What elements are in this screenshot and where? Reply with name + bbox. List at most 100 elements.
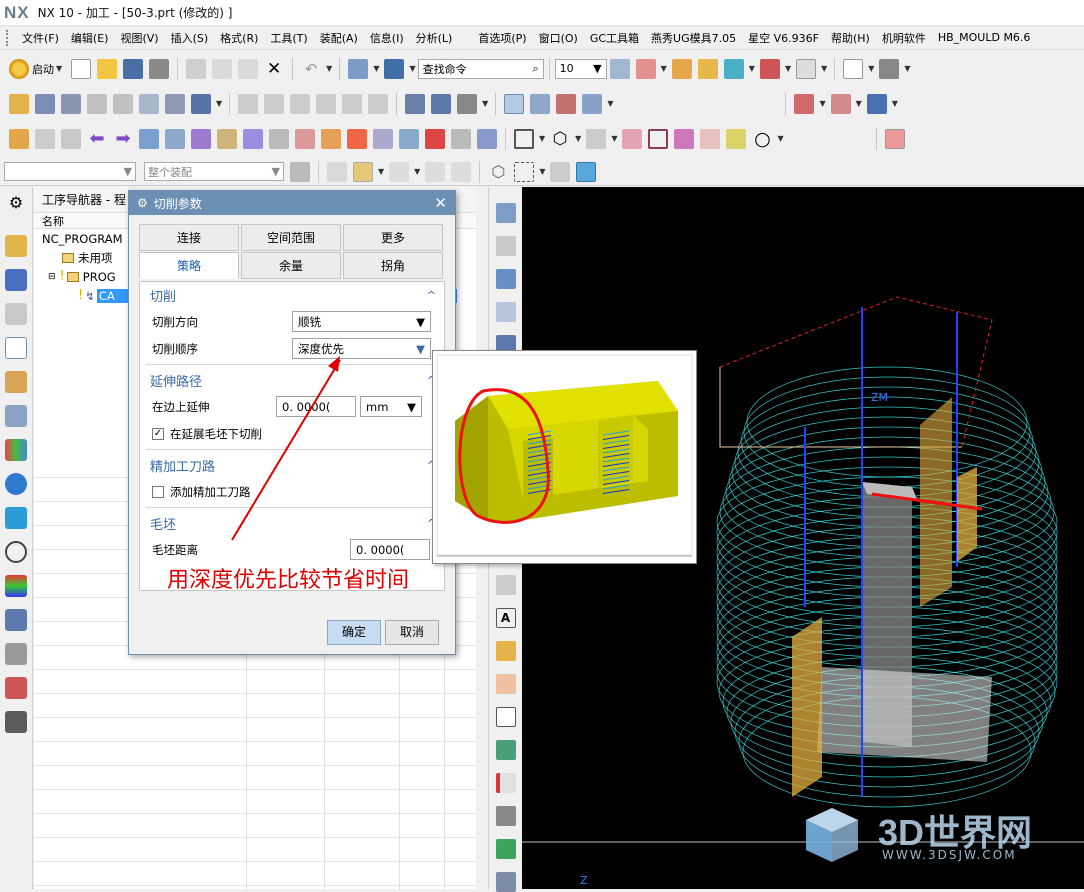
pencil-icon[interactable]	[495, 641, 516, 661]
wcs-icon[interactable]	[635, 58, 656, 79]
create-method-icon[interactable]	[87, 93, 107, 114]
section-finish-passes[interactable]: 精加工刀路 ^	[140, 452, 444, 478]
process-studio-icon[interactable]	[5, 677, 27, 699]
cube-icon[interactable]	[243, 128, 263, 149]
page-icon[interactable]	[495, 707, 516, 727]
move-face-icon[interactable]	[165, 128, 185, 149]
circle-icon[interactable]: ○	[752, 129, 772, 149]
delete-icon[interactable]: ✕	[264, 59, 284, 79]
hd3d-tools-icon[interactable]	[5, 439, 27, 461]
time-estimate-icon[interactable]	[457, 93, 478, 114]
refresh-icon[interactable]	[495, 839, 516, 859]
reuse-library-icon[interactable]	[5, 405, 27, 427]
user-tool-icon[interactable]	[884, 128, 905, 149]
cut-direction-select[interactable]: 顺铣 ▼	[292, 311, 431, 332]
print-preview-icon[interactable]	[495, 806, 516, 826]
red-cube-icon[interactable]	[425, 128, 445, 149]
layer-icon[interactable]	[609, 58, 630, 79]
menu-assembly[interactable]: 装配(A)	[314, 30, 364, 46]
snap-icon[interactable]	[759, 58, 780, 79]
point-icon[interactable]	[425, 161, 446, 182]
rectangle-icon[interactable]	[514, 128, 534, 149]
square-outline-icon[interactable]	[648, 128, 669, 149]
offset-face-icon[interactable]	[373, 128, 393, 149]
blank-distance-input[interactable]: 0. 0000(	[350, 539, 430, 560]
trim-body-icon[interactable]	[399, 128, 419, 149]
color-palette-icon[interactable]	[5, 575, 27, 597]
new-file-icon[interactable]	[71, 58, 92, 79]
ok-button[interactable]: 确定	[327, 620, 381, 645]
system-materials-icon[interactable]	[5, 643, 27, 665]
undo-icon[interactable]: ↶	[301, 59, 321, 79]
arrow-left-icon[interactable]: ⬅	[87, 128, 107, 149]
save-icon[interactable]	[123, 58, 144, 79]
menu-format[interactable]: 格式(R)	[214, 30, 264, 46]
split-body-icon[interactable]	[451, 128, 471, 149]
menu-info[interactable]: 信息(I)	[364, 30, 410, 46]
menu-help[interactable]: 帮助(H)	[825, 30, 876, 46]
menu-insert[interactable]: 插入(S)	[165, 30, 215, 46]
view-icon-2[interactable]	[495, 269, 516, 289]
render-style-icon[interactable]	[879, 58, 900, 79]
cut-icon[interactable]	[186, 58, 207, 79]
table-icon[interactable]	[61, 128, 81, 149]
add-finish-row[interactable]: 添加精加工刀路	[140, 478, 444, 505]
thermometer-icon[interactable]	[495, 773, 516, 793]
create-tool-icon[interactable]	[35, 93, 55, 114]
feature-icon-2[interactable]	[830, 93, 851, 114]
view-icon-5[interactable]	[495, 575, 516, 595]
annotation-text-icon[interactable]: A	[495, 608, 516, 628]
clock-icon[interactable]	[5, 541, 27, 563]
dashed-rect-icon[interactable]	[514, 161, 535, 182]
add-finish-checkbox[interactable]	[152, 485, 164, 498]
dialog-header[interactable]: ⚙ 切削参数 ✕	[129, 191, 455, 215]
menu-jiming[interactable]: 机明软件	[876, 30, 932, 46]
extend-edge-unit-select[interactable]: mm ▼	[360, 396, 422, 417]
view-icon-1[interactable]	[495, 236, 516, 256]
extend-under-blank-row[interactable]: ✓ 在延展毛坯下切削	[140, 420, 444, 447]
tab-connections[interactable]: 连接	[139, 224, 239, 251]
cut-operation-icon[interactable]	[139, 93, 159, 114]
machine-navigator-icon[interactable]	[5, 371, 27, 393]
tab-corners[interactable]: 拐角	[343, 252, 443, 279]
copy-icon[interactable]	[212, 58, 233, 79]
axis-icon[interactable]	[586, 128, 607, 149]
settings-gear-icon[interactable]: ⚙	[5, 193, 27, 215]
feature-icon-3[interactable]	[866, 93, 887, 114]
part-navigator-icon[interactable]	[5, 303, 27, 325]
layout-icon[interactable]	[495, 674, 516, 694]
menu-tools[interactable]: 工具(T)	[264, 30, 313, 46]
select-filter-icon[interactable]	[327, 161, 347, 182]
menu-window[interactable]: 窗口(O)	[533, 30, 584, 46]
simulate-icon[interactable]	[342, 93, 363, 114]
tab-containment[interactable]: 空间范围	[241, 224, 341, 251]
material-icon[interactable]	[347, 128, 367, 149]
selection-icon[interactable]	[723, 58, 744, 79]
hexagon-icon[interactable]: ⬡	[488, 162, 508, 182]
program-order-view-icon[interactable]	[504, 93, 525, 114]
tool-icon[interactable]	[697, 58, 718, 79]
roles-icon[interactable]	[5, 609, 27, 631]
assembly-navigator-icon[interactable]	[5, 235, 27, 257]
measure-icon[interactable]	[796, 58, 817, 79]
shaded-cube-icon[interactable]	[576, 161, 597, 182]
create-operation-icon[interactable]	[113, 93, 133, 114]
text-icon[interactable]	[674, 128, 695, 149]
verify-path-icon[interactable]	[316, 93, 337, 114]
cut-order-select[interactable]: 深度优先 ▼	[292, 338, 431, 359]
paste-icon[interactable]	[238, 58, 259, 79]
create-program-icon[interactable]	[9, 93, 29, 114]
rotate-icon[interactable]	[389, 161, 410, 182]
tab-more[interactable]: 更多	[343, 224, 443, 251]
machine-tool-view-icon[interactable]	[530, 93, 551, 114]
feature-icon-1[interactable]	[794, 93, 815, 114]
blend-icon[interactable]	[321, 128, 341, 149]
toolbar-grip[interactable]	[6, 29, 16, 46]
command-finder-icon[interactable]	[348, 58, 369, 79]
menu-preferences[interactable]: 首选项(P)	[472, 30, 532, 46]
copy-operation-icon[interactable]	[165, 93, 185, 114]
polygon-icon[interactable]: ⬡	[550, 129, 570, 149]
hatch-icon[interactable]	[700, 128, 721, 149]
search-icon[interactable]: ⌕	[532, 62, 538, 76]
cone-icon[interactable]	[726, 128, 747, 149]
